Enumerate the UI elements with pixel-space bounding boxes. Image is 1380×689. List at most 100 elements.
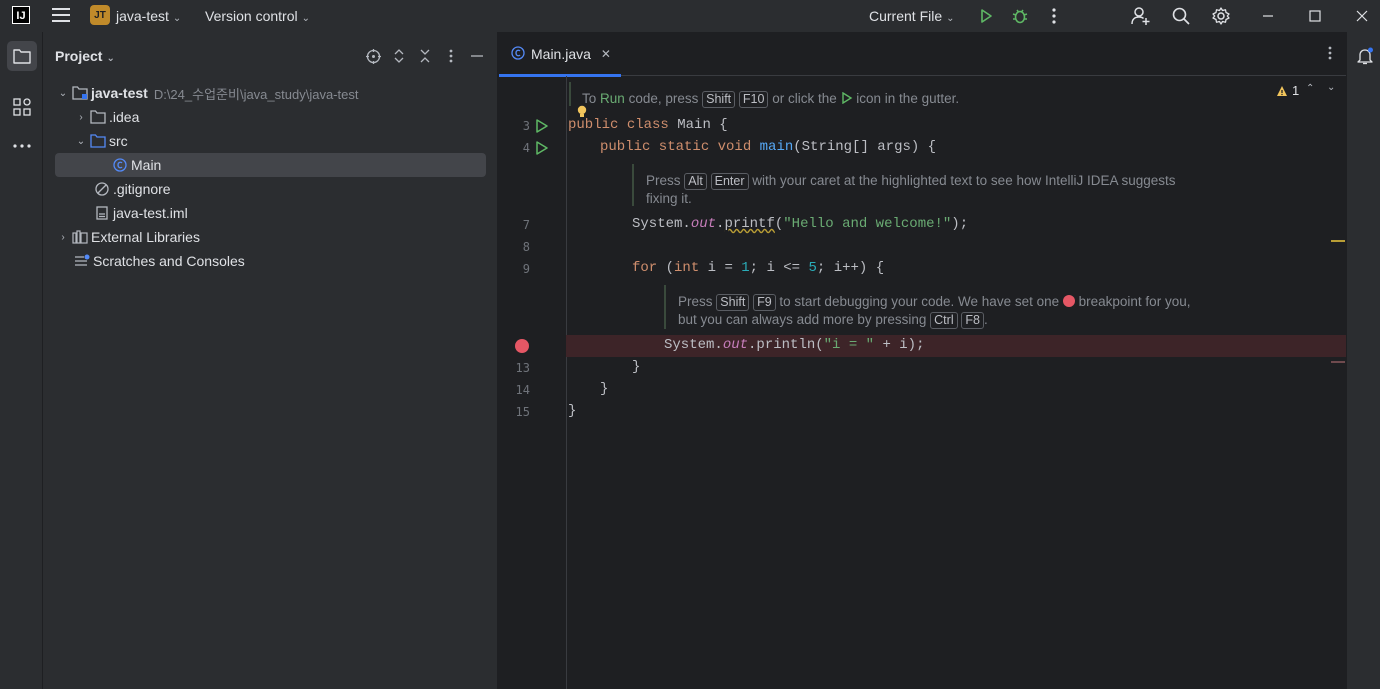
warning-icon [1277,85,1287,96]
code-line-13[interactable]: } [632,359,640,375]
line-number: 3 [522,119,530,133]
tree-item-java-test[interactable]: ⌄ java-test D:\24_수업준비\java_study\java-t… [55,81,486,105]
close-window-icon[interactable] [1352,6,1372,26]
next-highlight-icon[interactable]: ⌄ [1327,82,1335,93]
project-name-label: java-test [116,8,169,24]
inspection-widget[interactable]: 1 [1276,83,1299,98]
folder-icon [89,109,107,125]
ctrl-key: Ctrl [930,312,958,329]
f8-key: F8 [961,312,984,329]
project-badge[interactable]: JT [90,5,110,25]
hint-bar [569,82,571,106]
f10-key: F10 [738,91,769,108]
project-switcher[interactable]: java-test ⌄ [116,8,181,24]
version-control-label: Version control [205,8,298,24]
main-menu-button[interactable] [52,8,70,24]
tab-main-java[interactable]: Main.java ✕ [499,32,621,77]
minimize-window-icon[interactable] [1258,6,1278,26]
tree-item-label: .idea [109,109,140,125]
maximize-window-icon[interactable] [1305,6,1325,26]
iml-file-icon [93,205,111,221]
scratches-icon [73,253,91,269]
chevron-down-icon: ⌄ [172,13,182,24]
line-number: 9 [522,262,530,276]
chevron-right-icon[interactable]: › [73,112,89,123]
enter-key: Enter [710,173,749,190]
close-tab-icon[interactable]: ✕ [601,47,611,61]
previous-highlight-icon[interactable]: ⌃ [1306,83,1314,94]
code-line-3[interactable]: public class Main { [568,117,728,133]
hint-bar [664,285,666,329]
run-config-label: Current File [869,8,943,24]
chevron-down-icon: ⌄ [946,13,955,24]
library-icon [71,229,89,245]
add-user-icon[interactable] [1131,6,1151,26]
run-main-class-icon[interactable] [535,119,549,133]
tree-item-label: .gitignore [113,181,171,197]
expand-all-icon[interactable] [391,48,407,64]
tab-label: Main.java [531,46,591,62]
version-control-menu[interactable]: Version control ⌄ [205,8,310,24]
notifications-icon[interactable] [1356,47,1374,68]
warning-count: 1 [1292,83,1300,98]
chevron-down-icon: ⌄ [301,13,310,24]
line-number: 15 [515,405,530,419]
search-icon[interactable] [1171,6,1191,26]
code-line-7[interactable]: System.out.printf("Hello and welcome!"); [632,216,968,232]
code-line-15[interactable]: } [568,403,576,419]
tree-item-main[interactable]: Main [55,153,486,177]
intellij-logo-icon[interactable]: IJ [12,6,30,24]
breakpoint-marker[interactable] [1331,361,1345,363]
project-tool-button[interactable] [7,41,37,71]
project-panel-title[interactable]: Project ⌄ [55,48,115,64]
tree-item-label: External Libraries [91,229,200,245]
ellipsis-icon [13,144,31,148]
more-actions-icon[interactable] [1044,6,1064,26]
tree-item-scratches[interactable]: Scratches and Consoles [55,249,486,273]
active-tab-indicator [499,74,621,77]
run-icon[interactable] [976,6,996,26]
tree-item-label: src [109,133,128,149]
folder-icon [13,49,31,64]
code-line-12[interactable]: System.out.println("i = " + i); [664,337,925,353]
chevron-right-icon[interactable]: › [55,232,71,243]
chevron-down-icon[interactable]: ⌄ [73,136,89,147]
java-class-icon [111,157,129,173]
panel-options-icon[interactable] [443,48,459,64]
more-tools-button[interactable] [7,131,37,161]
tree-item-idea[interactable]: › .idea [55,105,486,129]
shift-key: Shift [716,294,750,311]
code-line-4[interactable]: public static void main(String[] args) { [600,139,936,155]
settings-gear-icon[interactable] [1211,6,1231,26]
code-line-9[interactable]: for (int i = 1; i <= 5; i++) { [632,260,884,276]
code-line-14[interactable]: } [600,381,608,397]
chevron-down-icon[interactable]: ⌄ [55,88,71,99]
warning-marker[interactable] [1331,240,1345,242]
alt-key: Alt [684,173,707,190]
alt-enter-hint: Press Alt Enter with your caret at the h… [646,173,1176,206]
run-main-method-icon[interactable] [535,141,549,155]
locate-file-icon[interactable] [365,48,381,64]
left-tool-strip [0,32,43,689]
tree-item-label: Scratches and Consoles [93,253,245,269]
run-config-selector[interactable]: Current File ⌄ [869,8,955,24]
tree-item-iml[interactable]: java-test.iml [55,201,486,225]
debug-icon[interactable] [1010,6,1030,26]
line-number: 8 [522,240,530,254]
hint-bar [632,164,634,206]
tree-item-external-libraries[interactable]: › External Libraries [55,225,486,249]
tree-item-gitignore[interactable]: .gitignore [55,177,486,201]
title-bar: IJ JT java-test ⌄ Version control ⌄ Curren… [0,0,1380,32]
hide-panel-icon[interactable] [469,48,485,64]
collapse-all-icon[interactable] [417,48,433,64]
editor-options-icon[interactable] [1328,46,1332,63]
breakpoint-icon[interactable] [515,339,529,353]
structure-icon [13,98,31,116]
gutter-separator [566,76,567,689]
tree-item-label: java-test [91,85,148,101]
tree-item-label: Main [131,157,162,173]
tree-item-src[interactable]: ⌄ src [55,129,486,153]
structure-tool-button[interactable] [7,92,37,122]
f9-key: F9 [753,294,776,311]
debug-hint: Press Shift F9 to start debugging your c… [678,294,1191,329]
